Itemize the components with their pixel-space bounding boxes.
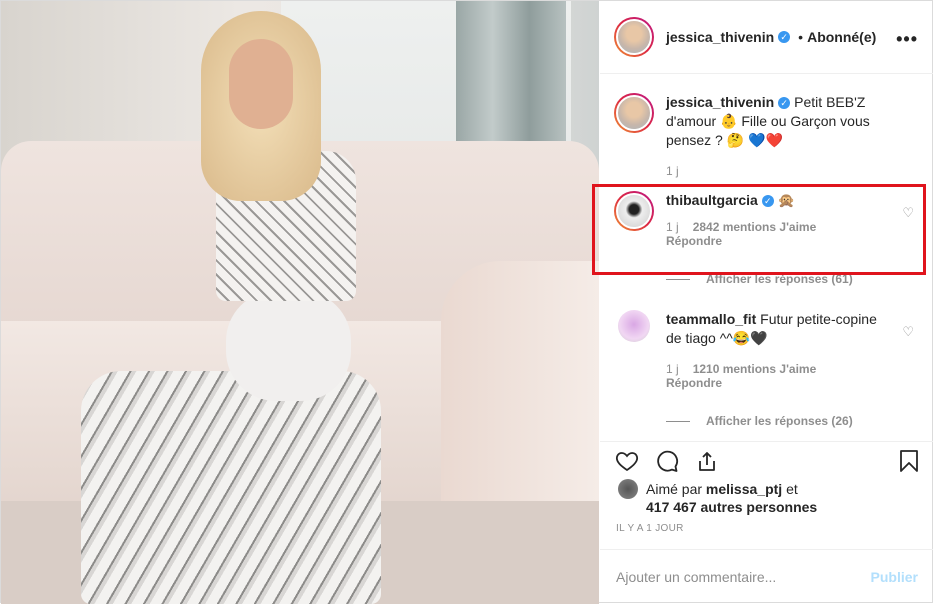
comment-username[interactable]: teammallo_fit	[666, 311, 756, 327]
avatar[interactable]	[614, 93, 654, 133]
comment-item: thibaultgarcia ✓ 🙊 1 j 2842 mentions J'aime…	[614, 191, 920, 248]
comment-time: 1 j	[666, 362, 679, 376]
comment-item: teammallo_fit Futur petite-copine de tia…	[614, 310, 920, 390]
verified-icon: ✓	[761, 195, 774, 208]
reply-button[interactable]: Répondre	[666, 376, 886, 390]
post-photo[interactable]	[1, 1, 599, 604]
share-icon[interactable]	[694, 448, 720, 474]
reply-button[interactable]: Répondre	[666, 234, 886, 248]
bookmark-icon[interactable]	[896, 448, 922, 474]
follow-button[interactable]: Abonné(e)	[807, 29, 876, 45]
heart-icon[interactable]: ♡	[902, 205, 914, 221]
caption-time: 1 j	[666, 164, 679, 178]
post-header: jessica_thivenin ✓ • Abonné(e) •••	[600, 1, 933, 74]
avatar[interactable]	[614, 17, 654, 57]
caption: jessica_thivenin ✓ Petit BEB'Z d'amour 👶 F…	[614, 93, 920, 178]
add-comment-bar: Ajouter un commentaire... Publier	[600, 549, 933, 604]
verified-icon: ✓	[778, 97, 791, 110]
heart-icon[interactable]: ♡	[902, 324, 914, 340]
caption-username[interactable]: jessica_thivenin	[666, 94, 774, 110]
more-options-icon[interactable]: •••	[896, 29, 918, 50]
post-container: jessica_thivenin ✓ • Abonné(e) ••• jessi…	[0, 0, 933, 604]
publish-button[interactable]: Publier	[871, 569, 918, 585]
comment-text: 🙊	[777, 192, 796, 208]
comment-likes[interactable]: 1210 mentions J'aime	[693, 362, 817, 376]
likes-conj: et	[786, 481, 798, 497]
heart-icon[interactable]	[614, 448, 640, 474]
likes-user[interactable]: melissa_ptj	[706, 481, 782, 497]
comment-likes[interactable]: 2842 mentions J'aime	[693, 220, 817, 234]
view-replies-label[interactable]: Afficher les réponses (26)	[706, 414, 853, 428]
comment-username[interactable]: thibaultgarcia	[666, 192, 758, 208]
comment-icon[interactable]	[654, 448, 680, 474]
avatar[interactable]	[618, 310, 650, 342]
likes-count[interactable]: 417 467 autres personnes	[646, 499, 817, 515]
view-replies[interactable]: Afficher les réponses (26)	[614, 412, 920, 430]
comments-list: jessica_thivenin ✓ Petit BEB'Z d'amour 👶 F…	[592, 75, 933, 440]
avatar[interactable]	[618, 479, 638, 499]
action-bar	[600, 441, 933, 473]
likes-summary: Aimé par melissa_ptj et 417 467 autres p…	[618, 479, 817, 516]
verified-icon: ✓	[778, 31, 791, 43]
avatar[interactable]	[614, 191, 654, 231]
comment-time: 1 j	[666, 220, 679, 234]
likes-prefix: Aimé par	[646, 481, 703, 497]
comment-input[interactable]: Ajouter un commentaire...	[616, 569, 871, 585]
header-username[interactable]: jessica_thivenin	[666, 29, 774, 45]
post-sidebar: jessica_thivenin ✓ • Abonné(e) ••• jessi…	[592, 1, 933, 604]
post-timestamp[interactable]: IL Y A 1 JOUR	[616, 523, 684, 534]
separator-dot: •	[798, 29, 804, 45]
